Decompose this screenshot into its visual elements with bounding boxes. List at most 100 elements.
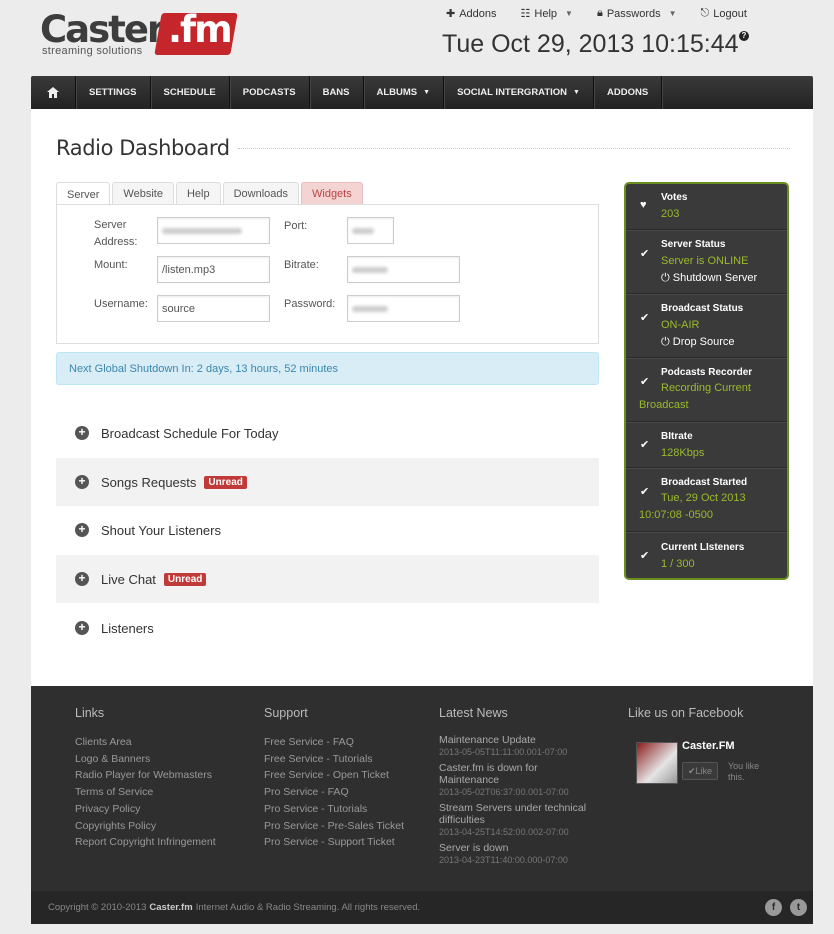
news-title[interactable]: Server is down: [439, 842, 599, 854]
server-address-field[interactable]: [157, 217, 270, 244]
addons-link[interactable]: ✚ Addons: [446, 7, 497, 21]
footer-link[interactable]: Pro Service - Tutorials: [264, 801, 404, 818]
footer-link[interactable]: Terms of Service: [75, 784, 216, 801]
status-listeners: ✔ Current LIsteners 1 / 300: [626, 532, 787, 578]
tab-downloads[interactable]: Downloads: [222, 182, 299, 205]
status-value: Tue, 29 Oct 2013 10:07:08 -0500: [639, 492, 746, 521]
addons-label: Addons: [459, 7, 497, 20]
status-recorder: ✔ Podcasts Recorder Recording Current Br…: [626, 358, 787, 422]
twitter-icon[interactable]: t: [790, 899, 807, 916]
chevron-down-icon: ▼: [668, 9, 677, 18]
news-date: 2013-05-05T11:11:00.001-07:00: [439, 747, 568, 757]
nav-schedule[interactable]: SCHEDULE: [151, 76, 230, 109]
nav-label: SETTINGS: [89, 87, 137, 98]
footer-link[interactable]: Report Copyright Infringement: [75, 834, 216, 851]
drop-source-link[interactable]: ⏻ Drop Source: [661, 336, 735, 349]
status-title: Broadcast Status: [661, 303, 744, 314]
unread-badge: Unread: [163, 572, 207, 586]
news-date: 2013-04-23T11:40:00.000-07:00: [439, 855, 568, 865]
passwords-link[interactable]: 🔒︎ Passwords ▼: [597, 7, 677, 20]
news-title[interactable]: Maintenance Update: [439, 734, 599, 746]
tab-widgets[interactable]: Widgets: [301, 182, 363, 205]
grid-icon: ☷: [520, 8, 531, 20]
footer-heading: Like us on Facebook: [628, 706, 744, 720]
help-label: Help: [534, 7, 558, 20]
unread-badge: Unread: [204, 475, 247, 489]
caster-logo[interactable]: Caster .fm streaming solutions: [40, 8, 240, 60]
copyright-bar: Copyright © 2010-2013 Caster.fm Internet…: [31, 891, 813, 924]
password-label: Password:: [284, 298, 336, 310]
username-field[interactable]: source: [157, 295, 270, 322]
footer-support: Support Free Service - FAQ Free Service …: [264, 706, 404, 851]
copyright-prefix: Copyright © 2010-2013: [48, 902, 147, 913]
status-title: Votes: [661, 192, 688, 203]
copyright-brand[interactable]: Caster.fm: [149, 902, 192, 913]
nav-podcasts[interactable]: PODCASTS: [230, 76, 310, 109]
bitrate-field[interactable]: [347, 256, 460, 283]
password-field[interactable]: [347, 295, 460, 322]
nav-settings[interactable]: SETTINGS: [76, 76, 151, 109]
nav-bans[interactable]: BANS: [310, 76, 364, 109]
footer-link[interactable]: Pro Service - Support Ticket: [264, 834, 404, 851]
accordion-live-chat[interactable]: + Live Chat Unread: [56, 555, 599, 603]
mount-field[interactable]: /listen.mp3: [157, 256, 270, 283]
accordion-songs-requests[interactable]: + Songs Requests Unread: [56, 458, 599, 506]
help-link[interactable]: ☷ Help ▼: [520, 7, 573, 21]
accordion-broadcast-schedule[interactable]: + Broadcast Schedule For Today: [56, 409, 599, 457]
home-icon: [47, 87, 59, 98]
plus-circle-icon: +: [75, 475, 89, 489]
accordion-shout-listeners[interactable]: + Shout Your Listeners: [56, 506, 599, 554]
status-value: ON-AIR: [661, 319, 700, 331]
shutdown-server-link[interactable]: ⏻ Shutdown Server: [661, 272, 757, 285]
server-address-label: Server Address:: [94, 219, 138, 248]
footer-link[interactable]: Pro Service - Pre-Sales Ticket: [264, 818, 404, 835]
facebook-like-text: You like this.: [728, 761, 760, 782]
news-title[interactable]: Stream Servers under technical difficult…: [439, 802, 599, 826]
footer-link[interactable]: Privacy Policy: [75, 801, 216, 818]
footer-link[interactable]: Free Service - FAQ: [264, 734, 404, 751]
plus-circle-icon: +: [75, 621, 89, 635]
port-field[interactable]: [347, 217, 394, 244]
logout-link[interactable]: ⎋ Logout: [701, 7, 747, 20]
help-icon[interactable]: ?: [739, 31, 749, 41]
facebook-page-thumbnail[interactable]: [636, 742, 678, 784]
like-label: Like: [695, 766, 713, 776]
tab-help[interactable]: Help: [175, 182, 221, 205]
facebook-icon[interactable]: f: [765, 899, 782, 916]
status-value: 128Kbps: [661, 447, 705, 459]
footer-link[interactable]: Pro Service - FAQ: [264, 784, 404, 801]
nav-social[interactable]: SOCIAL INTERGRATION ▼: [444, 76, 594, 109]
nav-albums[interactable]: ALBUMS ▼: [364, 76, 445, 109]
redacted-value: [162, 227, 242, 234]
footer-link[interactable]: Free Service - Tutorials: [264, 751, 404, 768]
footer-heading: Support: [264, 706, 308, 720]
footer-link[interactable]: Clients Area: [75, 734, 216, 751]
facebook-widget: Caster.FM ✔ Like You like this.: [636, 740, 786, 788]
footer-link[interactable]: Logo & Banners: [75, 751, 216, 768]
action-label: Shutdown Server: [672, 272, 758, 284]
status-title: Current LIsteners: [661, 542, 745, 553]
status-title: Server Status: [661, 239, 726, 250]
status-broadcast: ✔ Broadcast Status ON-AIR ⏻ Drop Source: [626, 294, 787, 358]
page-title: Radio Dashboard: [56, 136, 230, 160]
nav-label: SCHEDULE: [163, 87, 216, 98]
logout-label: Logout: [713, 7, 747, 20]
tab-server[interactable]: Server: [56, 182, 111, 206]
status-title: Broadcast Started: [661, 477, 748, 488]
redacted-value: [352, 305, 388, 312]
news-title[interactable]: Caster.fm is down for Maintenance: [439, 762, 599, 786]
facebook-like-button[interactable]: ✔ Like: [682, 762, 719, 780]
facebook-page-name[interactable]: Caster.FM: [682, 740, 735, 752]
footer-link[interactable]: Free Service - Open Ticket: [264, 767, 404, 784]
status-value: 203: [661, 208, 680, 220]
footer-link[interactable]: Copyrights Policy: [75, 818, 216, 835]
nav-home[interactable]: [31, 76, 76, 109]
footer-link[interactable]: Radio Player for Webmasters: [75, 767, 216, 784]
tab-website[interactable]: Website: [112, 182, 174, 205]
bitrate-label: Bitrate:: [284, 259, 319, 271]
accordion-listeners[interactable]: + Listeners: [56, 604, 599, 652]
nav-label: BANS: [322, 87, 350, 98]
nav-addons[interactable]: ADDONS: [594, 76, 663, 109]
plus-circle-icon: +: [75, 572, 89, 586]
status-value: Recording Current Broadcast: [639, 382, 751, 411]
